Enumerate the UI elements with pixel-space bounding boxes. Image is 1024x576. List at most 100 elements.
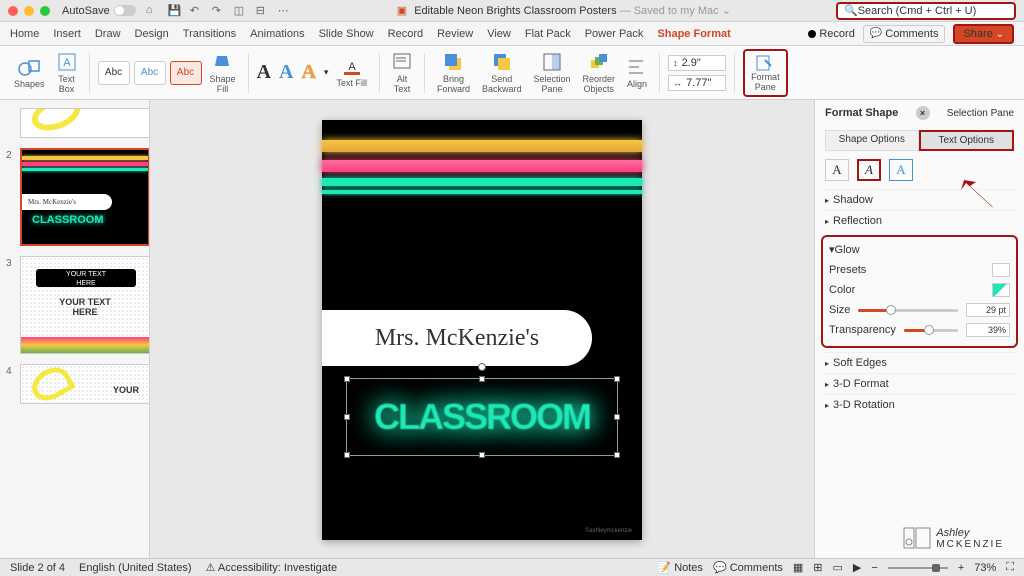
reorder-icon[interactable]: ⊟ bbox=[256, 4, 270, 18]
search-input[interactable]: 🔍 Search (Cmd + Ctrl + U) bbox=[836, 2, 1016, 20]
tab-shapeformat[interactable]: Shape Format bbox=[657, 28, 730, 40]
tab-slideshow[interactable]: Slide Show bbox=[319, 28, 374, 40]
close-panel-icon[interactable]: × bbox=[916, 106, 930, 120]
zoom-level[interactable]: 73% bbox=[974, 562, 996, 574]
height-input[interactable]: ↕ 2.9" bbox=[668, 55, 726, 71]
autosave-toggle[interactable]: AutoSave bbox=[62, 5, 136, 17]
document-title: ▣ Editable Neon Brights Classroom Poster… bbox=[292, 4, 836, 17]
thumb-3[interactable]: 3 YOUR TEXT HERE YOUR TEXTHERE bbox=[8, 256, 141, 354]
text-box-tab[interactable]: A bbox=[889, 159, 913, 181]
shape-fill[interactable]: Shape Fill bbox=[206, 52, 240, 94]
glow-header[interactable]: ▾Glow bbox=[829, 243, 1010, 256]
thumb-1-partial[interactable] bbox=[8, 108, 141, 138]
teacher-name-label[interactable]: Mrs. McKenzie's bbox=[322, 310, 592, 366]
comments-button[interactable]: 💬 Comments bbox=[863, 25, 946, 43]
workspace: 2 Mrs. McKenzie's CLASSROOM 3 YOUR TEXT … bbox=[0, 100, 1024, 558]
style-1[interactable]: Abc bbox=[98, 61, 130, 85]
save-icon[interactable]: 💾 bbox=[168, 4, 182, 18]
shape-styles[interactable]: Abc Abc Abc bbox=[98, 61, 202, 85]
more-icon[interactable]: ⋯ bbox=[278, 4, 292, 18]
glow-transparency-value[interactable]: 39% bbox=[966, 323, 1010, 337]
tab-animations[interactable]: Animations bbox=[250, 28, 304, 40]
wordart-1[interactable]: A bbox=[257, 61, 271, 84]
sendback-icon bbox=[492, 52, 512, 72]
home-icon[interactable]: ⌂ bbox=[146, 4, 160, 18]
rotate-handle[interactable] bbox=[478, 363, 486, 371]
canvas[interactable]: Mrs. McKenzie's CLASSROOM ©ashleymckenzi… bbox=[150, 100, 814, 558]
text-fill[interactable]: A Text Fill bbox=[332, 58, 371, 88]
rotation3d-section[interactable]: ▸3-D Rotation bbox=[825, 394, 1014, 415]
wordart-3[interactable]: A bbox=[301, 61, 315, 84]
color-label: Color bbox=[829, 284, 855, 296]
classroom-textbox-selected[interactable]: CLASSROOM bbox=[346, 378, 618, 456]
tab-design[interactable]: Design bbox=[135, 28, 169, 40]
accessibility[interactable]: ⚠ Accessibility: Investigate bbox=[206, 561, 338, 574]
selection-pane[interactable]: Selection Pane bbox=[530, 52, 575, 94]
view-reading-icon[interactable]: ▭ bbox=[833, 561, 843, 574]
close-window[interactable] bbox=[8, 6, 18, 16]
share-button[interactable]: Share ⌄ bbox=[953, 24, 1014, 44]
slide-counter[interactable]: Slide 2 of 4 bbox=[10, 562, 65, 574]
thumb-2[interactable]: 2 Mrs. McKenzie's CLASSROOM bbox=[8, 148, 141, 246]
width-input[interactable]: ↔ 7.77" bbox=[668, 75, 726, 91]
view-sorter-icon[interactable]: ⊞ bbox=[813, 561, 822, 574]
view-slideshow-icon[interactable]: ▶ bbox=[853, 561, 861, 574]
format-shape-panel: Format Shape × Selection Pane Shape Opti… bbox=[814, 100, 1024, 558]
svg-text:A: A bbox=[63, 57, 71, 69]
formatpane-icon bbox=[755, 54, 775, 72]
thumb-4[interactable]: 4 YOUR bbox=[8, 364, 141, 404]
zoom-in[interactable]: + bbox=[958, 562, 964, 574]
tab-view[interactable]: View bbox=[487, 28, 511, 40]
alt-text[interactable]: Alt Text bbox=[388, 52, 416, 94]
tab-powerpack[interactable]: Power Pack bbox=[585, 28, 644, 40]
format-pane-button[interactable]: Format Pane bbox=[743, 49, 788, 97]
textbox-group[interactable]: A Text Box bbox=[53, 52, 81, 94]
tab-draw[interactable]: Draw bbox=[95, 28, 121, 40]
fit-to-window-icon[interactable]: ⛶ bbox=[1006, 561, 1014, 574]
reorder-objects[interactable]: Reorder Objects bbox=[579, 52, 620, 94]
style-3[interactable]: Abc bbox=[170, 61, 202, 85]
zoom-out[interactable]: − bbox=[871, 562, 877, 574]
text-fill-tab[interactable]: A bbox=[825, 159, 849, 181]
tab-insert[interactable]: Insert bbox=[53, 28, 81, 40]
window-controls bbox=[8, 6, 50, 16]
reflection-section[interactable]: ▸Reflection bbox=[825, 210, 1014, 231]
softedges-section[interactable]: ▸Soft Edges bbox=[825, 352, 1014, 373]
send-backward[interactable]: Send Backward bbox=[478, 52, 526, 94]
shape-options-tab[interactable]: Shape Options bbox=[825, 130, 919, 151]
selection-pane-tab[interactable]: Selection Pane bbox=[947, 108, 1014, 119]
language[interactable]: English (United States) bbox=[79, 562, 192, 574]
tab-flatpack[interactable]: Flat Pack bbox=[525, 28, 571, 40]
tab-record[interactable]: Record bbox=[388, 28, 423, 40]
undo-icon[interactable]: ↶ bbox=[190, 4, 204, 18]
view-normal-icon[interactable]: ▦ bbox=[793, 561, 803, 574]
bucket-icon bbox=[213, 52, 233, 72]
layers-icon[interactable]: ◫ bbox=[234, 4, 248, 18]
bring-forward[interactable]: Bring Forward bbox=[433, 52, 474, 94]
text-effects-tab[interactable]: A bbox=[857, 159, 881, 181]
maximize-window[interactable] bbox=[40, 6, 50, 16]
notes-toggle[interactable]: 📝 Notes bbox=[657, 561, 703, 574]
glow-transparency-slider[interactable] bbox=[904, 329, 958, 332]
comments-toggle[interactable]: 💬 Comments bbox=[713, 561, 783, 574]
align[interactable]: Align bbox=[623, 57, 651, 89]
wordart-styles[interactable]: A A A ▾ bbox=[257, 61, 329, 84]
format3d-section[interactable]: ▸3-D Format bbox=[825, 373, 1014, 394]
style-2[interactable]: Abc bbox=[134, 61, 166, 85]
minimize-window[interactable] bbox=[24, 6, 34, 16]
zoom-slider[interactable] bbox=[888, 567, 948, 569]
tab-transitions[interactable]: Transitions bbox=[183, 28, 236, 40]
textfill-icon: A bbox=[342, 58, 362, 76]
presets-picker[interactable] bbox=[992, 263, 1010, 277]
shapes-group[interactable]: Shapes bbox=[10, 57, 49, 89]
glow-color-picker[interactable] bbox=[992, 283, 1010, 297]
tab-home[interactable]: Home bbox=[10, 28, 39, 40]
redo-icon[interactable]: ↷ bbox=[212, 4, 226, 18]
presets-label: Presets bbox=[829, 264, 866, 276]
tab-review[interactable]: Review bbox=[437, 28, 473, 40]
text-options-tab[interactable]: Text Options bbox=[919, 130, 1015, 151]
wordart-2[interactable]: A bbox=[279, 61, 293, 84]
glow-size-slider[interactable] bbox=[858, 309, 958, 312]
record-button[interactable]: Record bbox=[808, 28, 854, 40]
glow-size-value[interactable]: 29 pt bbox=[966, 303, 1010, 317]
